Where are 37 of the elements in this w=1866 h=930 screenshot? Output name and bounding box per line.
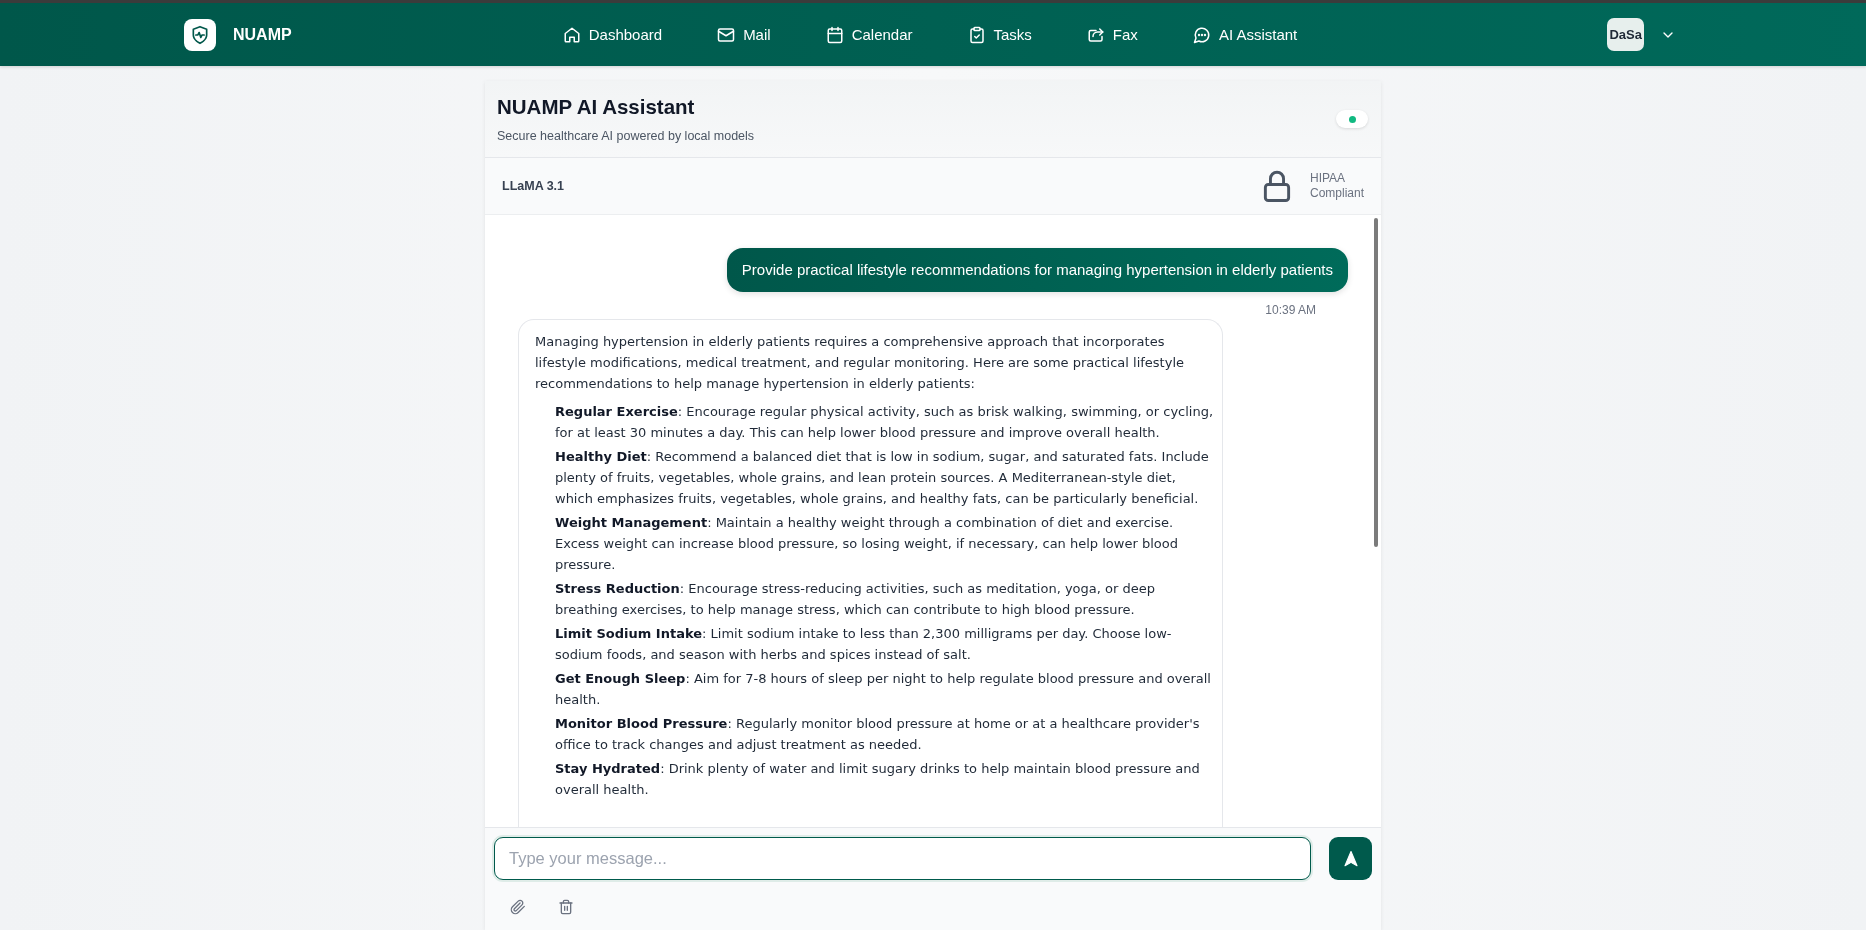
calendar-icon (825, 25, 844, 44)
user-message-bubble: Provide practical lifestyle recommendations for managing hypertension in elderly patients (726, 248, 1348, 292)
paperclip-icon (510, 899, 526, 915)
shield-pulse-logo-icon[interactable] (184, 18, 216, 51)
nav-item[interactable]: Calendar (815, 19, 923, 50)
list-item: Healthy Diet: Recommend a balanced diet that is low in sodium, sugar, and saturated fats. Include plenty of fruits, vegetables, whole grains, and lean protein sources. A Mediterranean-style diet, which emphasizes fruits, vegetables, whole grains, and healthy fats, can be particularly beneficial. (555, 448, 1210, 508)
message-input[interactable]: Type your message... (494, 837, 1311, 880)
nav-item[interactable]: Mail (707, 19, 781, 50)
lock-icon (1261, 170, 1292, 202)
nav-item[interactable]: Fax (1076, 19, 1148, 50)
chat-title: NUAMP AI Assistant (497, 94, 696, 119)
chat-bubble-icon (1192, 25, 1211, 44)
send-icon (1341, 849, 1360, 868)
chat-subtitle: Secure healthcare AI powered by local models (497, 127, 755, 144)
list-item: Regular Exercise: Encourage regular physical activity, such as brisk walking, swimming, or cycling, for at least 30 minutes a day. This can help lower blood pressure and improve overall health. (555, 403, 1214, 442)
list-item: Get Enough Sleep: Aim for 7-8 hours of sleep per night to help regulate blood pressure and overall health. (555, 670, 1212, 709)
user-avatar[interactable]: DaSa (1607, 18, 1644, 51)
clipboard-check-icon (967, 25, 986, 44)
compliance-label: HIPAA Compliant (1309, 171, 1364, 201)
brand-name: NUAMP (233, 25, 292, 44)
list-item: Limit Sodium Intake: Limit sodium intake to less than 2,300 milligrams per day. Choose low-sodium foods, and season with herbs and spices instead of salt. (555, 625, 1173, 664)
message-text: Managing hypertension in elderly patients requires a comprehensive approach that incorporates lifestyle modifications, medical treatment, and regular monitoring. Here are some practical lifestyle recommendations to help manage hypertension in elderly patients: (535, 333, 1185, 393)
list-item: Stay Hydrated: Drink plenty of water and limit sugary drinks to help maintain blood pressure and overall health. (555, 760, 1201, 799)
nav-item[interactable]: Dashboard (552, 19, 673, 50)
nav-item[interactable]: Tasks (957, 19, 1042, 50)
nav-item[interactable]: AI Assistant (1182, 19, 1308, 50)
home-icon (562, 25, 581, 44)
envelope-icon (717, 25, 736, 44)
list-item: Monitor Blood Pressure: Regularly monitor blood pressure at home or at a healthcare provider's office to track changes and adjust treatment as needed. (555, 715, 1201, 754)
message-time: 10:39 AM (1265, 303, 1316, 317)
list-item: Stress Reduction: Encourage stress-reducing activities, such as meditation, yoga, or deep breathing exercises, to help manage stress, which can contribute to high blood pressure. (555, 580, 1156, 619)
model-name: LLaMA 3.1 (502, 179, 565, 193)
list-item: Weight Management: Maintain a healthy weight through a combination of diet and exercise. Excess weight can increase blood pressure, so losing weight, if necessary, can help lower blood pressure. (555, 514, 1179, 574)
scrollbar-thumb[interactable] (1374, 218, 1378, 547)
send-button[interactable] (1329, 837, 1372, 880)
trash-icon (558, 899, 574, 915)
share-arrow-icon (1086, 25, 1105, 44)
